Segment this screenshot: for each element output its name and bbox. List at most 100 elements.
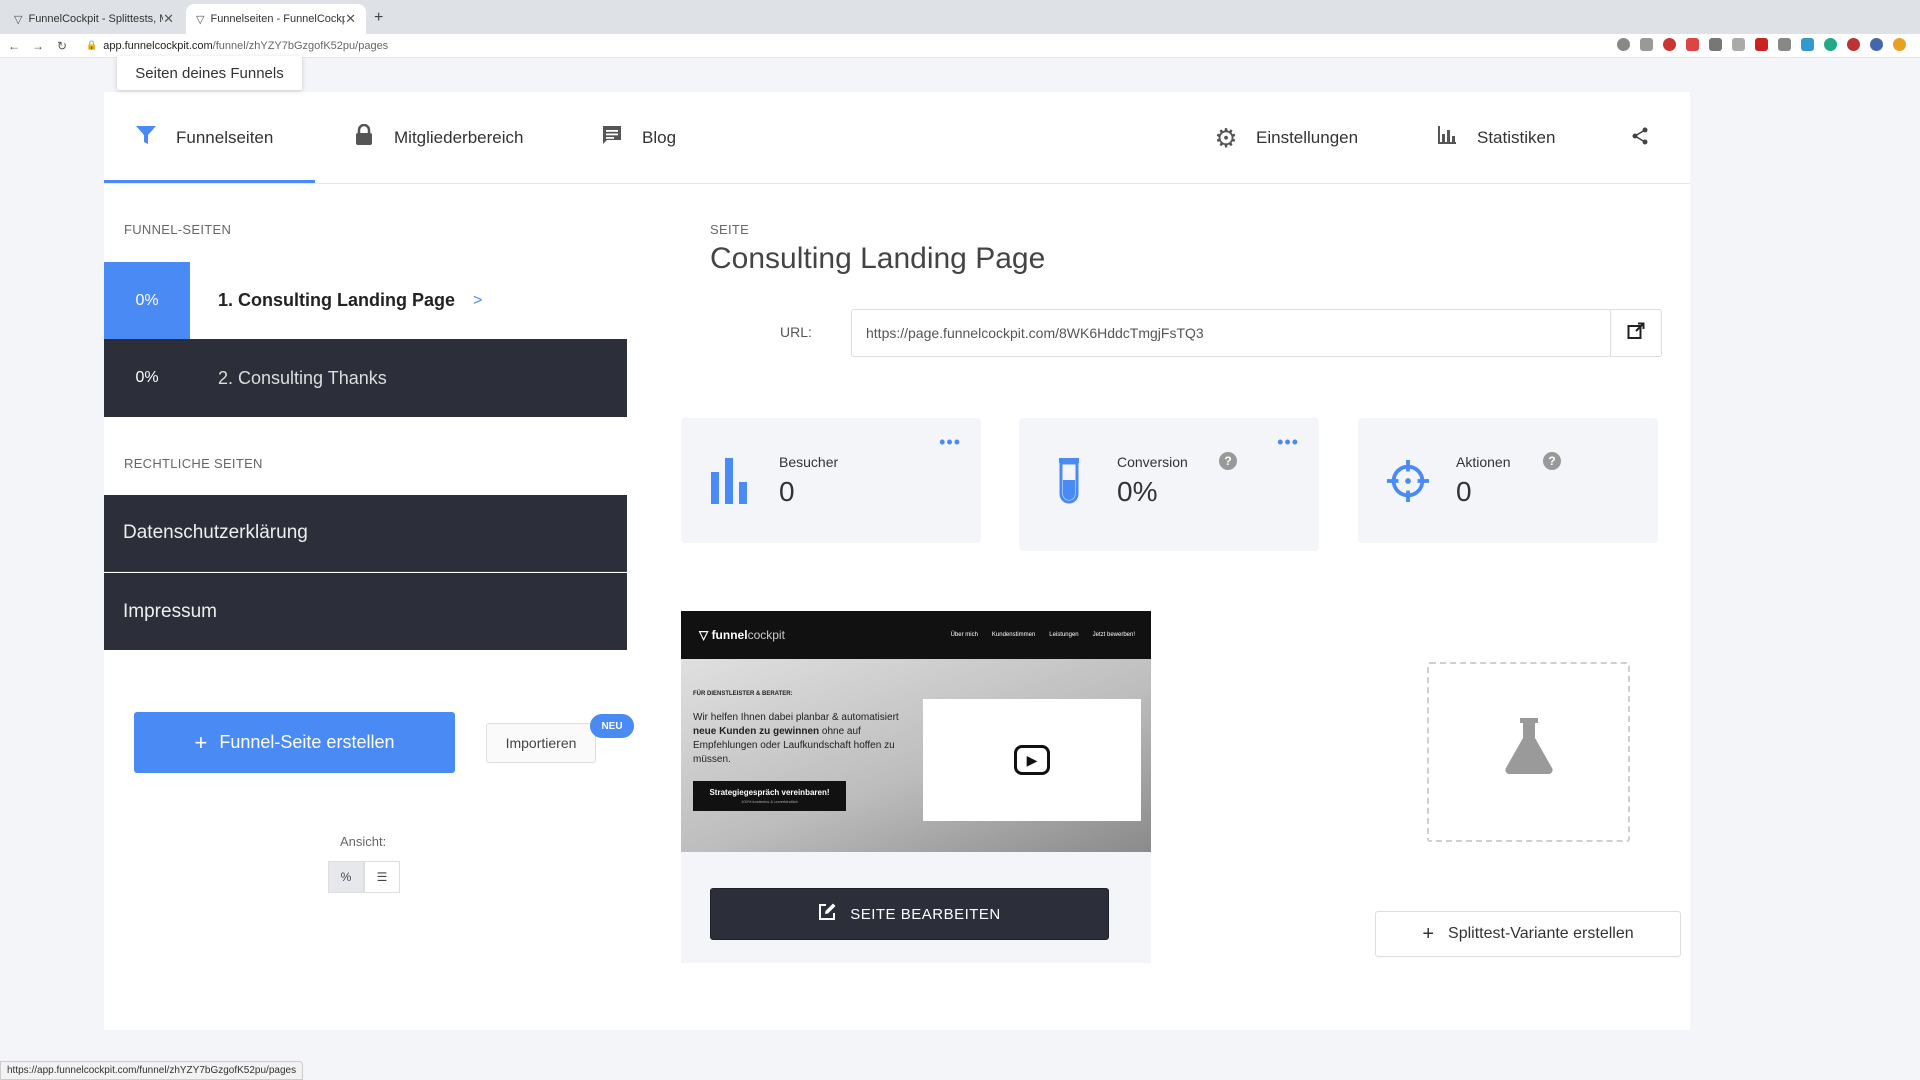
lock-icon bbox=[352, 123, 376, 152]
list-icon: ☰ bbox=[376, 870, 388, 884]
funnel-favicon-icon: ▽ bbox=[14, 13, 23, 26]
list-view-button[interactable]: ☰ bbox=[364, 861, 400, 893]
preview-logo: ▽ funnelcockpit bbox=[699, 628, 785, 642]
new-tab-icon[interactable]: + bbox=[374, 9, 383, 27]
preview-cta: Strategiegespräch vereinbaren! 100% kost… bbox=[693, 781, 846, 811]
more-options-icon[interactable]: ••• bbox=[1277, 432, 1299, 453]
percent-icon: % bbox=[340, 870, 352, 884]
open-external-button[interactable] bbox=[1610, 309, 1662, 357]
extension-icon[interactable] bbox=[1778, 38, 1791, 51]
profile-avatar[interactable] bbox=[1870, 38, 1883, 51]
extension-icon[interactable] bbox=[1663, 38, 1676, 51]
url-label: URL: bbox=[780, 324, 812, 340]
tab-label: Einstellungen bbox=[1256, 128, 1359, 147]
help-icon[interactable]: ? bbox=[1543, 452, 1561, 470]
page-url-field[interactable]: https://page.funnelcockpit.com/8WK6HddcT… bbox=[851, 309, 1611, 357]
extension-icon[interactable] bbox=[1732, 38, 1745, 51]
button-label: SEITE BEARBEITEN bbox=[850, 905, 1001, 923]
button-label: Funnel-Seite erstellen bbox=[219, 732, 395, 752]
extension-icons bbox=[1617, 38, 1906, 51]
funnel-page-name: 1. Consulting Landing Page bbox=[218, 290, 456, 310]
active-tab-indicator bbox=[104, 180, 315, 183]
flask-icon bbox=[1504, 717, 1554, 787]
close-tab-icon[interactable]: ✕ bbox=[163, 11, 174, 27]
conversion-percent: 0% bbox=[104, 262, 190, 347]
conversion-percent: 0% bbox=[135, 369, 159, 386]
browser-tab-funnelseiten[interactable]: ▽ Funnelseiten - FunnelCockpit ✕ bbox=[186, 4, 366, 34]
browser-tab-splittests[interactable]: ▽ FunnelCockpit - Splittests, Ma ✕ bbox=[4, 4, 184, 34]
browser-tabbar: ▽ FunnelCockpit - Splittests, Ma ✕ ▽ Fun… bbox=[0, 0, 1920, 34]
splittest-placeholder bbox=[1427, 662, 1630, 842]
close-tab-icon[interactable]: ✕ bbox=[345, 11, 356, 27]
test-tube-icon bbox=[1047, 456, 1091, 506]
browser-status-bar: https://app.funnelcockpit.com/funnel/zhY… bbox=[0, 1061, 304, 1080]
funnel-page-item[interactable]: 0% 2. Consulting Thanks bbox=[104, 339, 627, 417]
tab-title: FunnelCockpit - Splittests, Ma bbox=[28, 13, 164, 25]
page-preview-thumbnail[interactable]: ▽ funnelcockpit Über mich Kundenstimmen … bbox=[681, 611, 1151, 852]
preview-text: Wir helfen Ihnen dabei planbar & automat… bbox=[693, 712, 899, 765]
preview-header: ▽ funnelcockpit Über mich Kundenstimmen … bbox=[681, 611, 1151, 659]
create-funnel-page-button[interactable]: + Funnel-Seite erstellen bbox=[134, 712, 455, 773]
tab-mitgliederbereich[interactable]: Mitgliederbereich bbox=[352, 92, 523, 184]
extension-icon[interactable] bbox=[1755, 38, 1768, 51]
tab-einstellungen[interactable]: ⚙ Einstellungen bbox=[1214, 92, 1358, 184]
stat-value: 0% bbox=[1117, 476, 1158, 507]
funnel-icon bbox=[134, 124, 158, 152]
stat-label: Besucher bbox=[779, 454, 839, 470]
bar-chart-icon bbox=[709, 456, 753, 506]
stat-card-actions: Aktionen 0 ? bbox=[1358, 418, 1658, 543]
view-label: Ansicht: bbox=[340, 834, 387, 849]
create-splittest-button[interactable]: + Splittest-Variante erstellen bbox=[1375, 911, 1681, 957]
statistics-icon bbox=[1435, 125, 1459, 151]
percent-view-button[interactable]: % bbox=[328, 861, 364, 893]
location-icon[interactable] bbox=[1617, 38, 1630, 51]
url-field[interactable]: 🔒 app.funnelcockpit.com /funnel/zhYZY7bG… bbox=[86, 40, 388, 52]
more-options-icon[interactable]: ••• bbox=[939, 432, 961, 453]
tab-label: Mitgliederbereich bbox=[394, 128, 524, 147]
stat-card-visitors: Besucher 0 ••• bbox=[681, 418, 981, 543]
extension-icon[interactable] bbox=[1847, 38, 1860, 51]
funnel-pages-heading: FUNNEL-SEITEN bbox=[124, 222, 232, 237]
back-icon[interactable]: ← bbox=[4, 39, 24, 53]
reload-icon[interactable]: ↻ bbox=[52, 39, 72, 53]
stat-label: Aktionen bbox=[1456, 454, 1511, 470]
tab-title: Funnelseiten - FunnelCockpit bbox=[210, 13, 346, 25]
plus-icon: + bbox=[1422, 922, 1435, 945]
preview-tagline: FÜR DIENSTLEISTER & BERATER: bbox=[693, 691, 793, 697]
tab-statistiken[interactable]: Statistiken bbox=[1435, 92, 1555, 184]
tab-funnelseiten[interactable]: Funnelseiten bbox=[134, 92, 273, 184]
help-icon[interactable]: ? bbox=[1219, 452, 1237, 470]
extension-icon[interactable] bbox=[1686, 38, 1699, 51]
funnel-page-item[interactable]: 0% 1. Consulting Landing Page > bbox=[104, 262, 627, 347]
import-button[interactable]: Importieren bbox=[486, 723, 596, 763]
app-card: Funnelseiten Mitgliederbereich Blog ⚙ Ei… bbox=[104, 92, 1690, 1030]
edit-icon bbox=[818, 903, 836, 926]
address-bar: ← → ↻ 🔒 app.funnelcockpit.com /funnel/zh… bbox=[0, 34, 1920, 58]
legal-page-datenschutz[interactable]: Datenschutzerklärung bbox=[104, 495, 627, 572]
legal-pages-heading: RECHTLICHE SEITEN bbox=[124, 456, 263, 471]
extension-icon[interactable] bbox=[1801, 38, 1814, 51]
preview-video: ▶ bbox=[923, 699, 1141, 821]
legal-page-impressum[interactable]: Impressum bbox=[104, 573, 627, 650]
extension-icon[interactable] bbox=[1709, 38, 1722, 51]
funnel-favicon-icon: ▽ bbox=[196, 13, 205, 26]
forward-icon[interactable]: → bbox=[28, 39, 48, 53]
extension-icon[interactable] bbox=[1893, 38, 1906, 51]
page-title: Consulting Landing Page bbox=[710, 242, 1046, 275]
url-host: app.funnelcockpit.com bbox=[103, 39, 213, 52]
tab-label: Blog bbox=[642, 128, 677, 147]
star-icon[interactable] bbox=[1640, 38, 1653, 51]
button-label: Splittest-Variante erstellen bbox=[1448, 925, 1634, 942]
tab-blog[interactable]: Blog bbox=[600, 92, 676, 184]
new-badge: NEU bbox=[590, 714, 634, 738]
extension-icon[interactable] bbox=[1824, 38, 1837, 51]
page-section-label: SEITE bbox=[710, 222, 750, 237]
view-toggle: % ☰ bbox=[328, 861, 400, 893]
stat-value: 0 bbox=[779, 476, 795, 507]
crosshair-icon bbox=[1386, 456, 1430, 506]
top-navigation: Funnelseiten Mitgliederbereich Blog ⚙ Ei… bbox=[104, 92, 1690, 184]
tab-label: Statistiken bbox=[1477, 128, 1556, 147]
plus-icon: + bbox=[194, 729, 208, 755]
share-button[interactable] bbox=[1628, 92, 1652, 184]
edit-page-button[interactable]: SEITE BEARBEITEN bbox=[710, 888, 1109, 940]
